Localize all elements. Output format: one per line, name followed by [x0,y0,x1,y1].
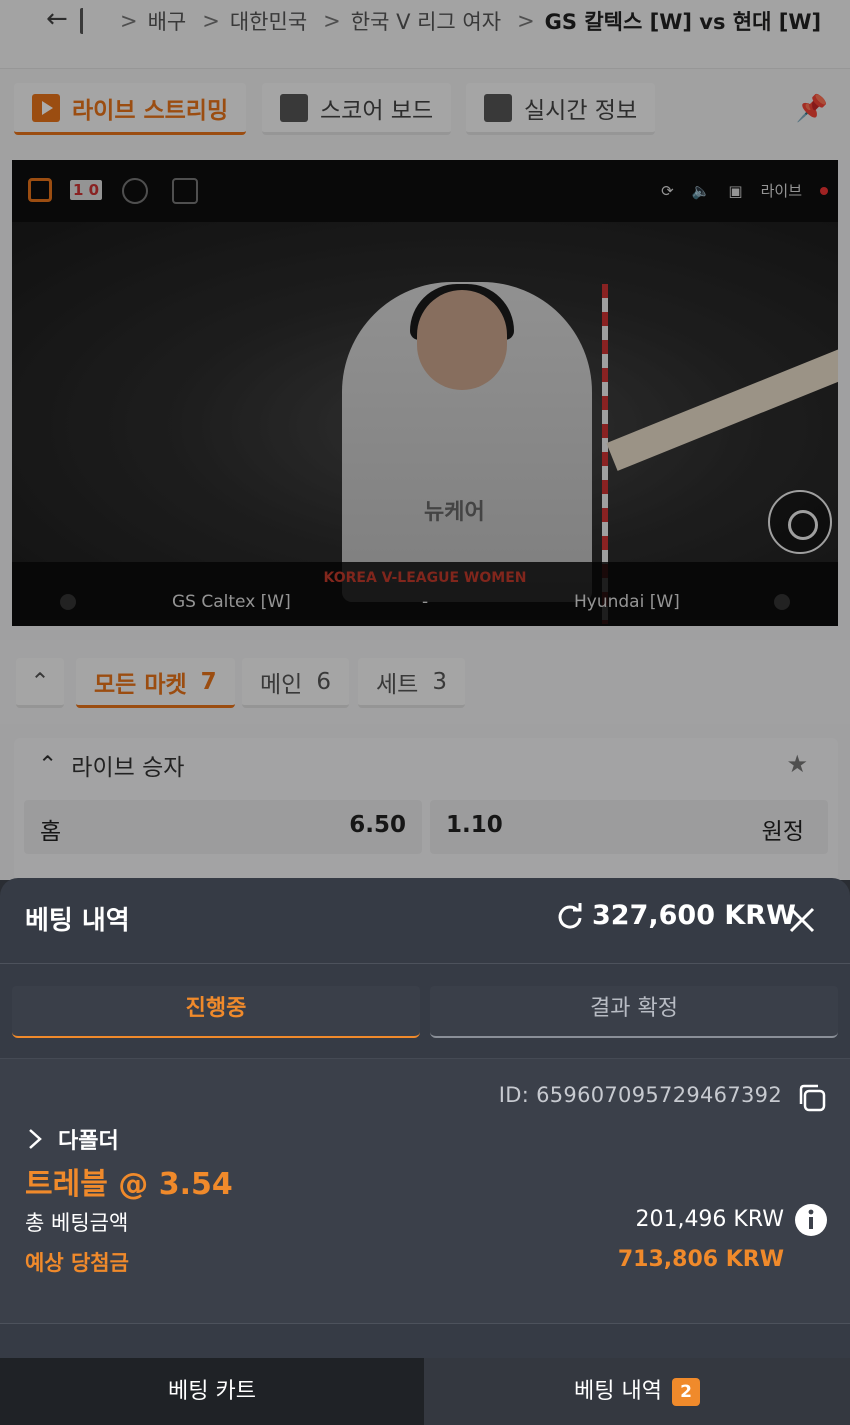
bet-odds: 트레블 @ 3.54 [25,1167,233,1202]
chevron-right-icon [29,1129,42,1149]
balance-value: 327,600 KRW [592,900,796,931]
tab-in-progress[interactable]: 진행중 [12,986,420,1038]
sheet-header: 베팅 내역 327,600 KRW [0,878,850,964]
bottom-bar: 베팅 카트 베팅 내역 2 [0,1358,850,1425]
count-badge: 2 [671,1377,700,1406]
bet-history-sheet: 베팅 내역 327,600 KRW 진행중 결과 확정 ID: 65960709… [0,878,850,1425]
close-icon[interactable] [786,904,818,936]
sheet-title: 베팅 내역 [25,906,130,936]
refresh-icon[interactable] [556,902,584,930]
payout-value: 713,806 KRW [617,1247,784,1272]
sheet-tabs: 진행중 결과 확정 [0,964,850,1058]
stake-label: 총 베팅금액 [25,1211,129,1235]
bet-cart-button[interactable]: 베팅 카트 [0,1358,424,1425]
payout-label: 예상 당첨금 [25,1251,129,1275]
copy-icon[interactable] [797,1083,827,1113]
bet-history-label: 베팅 내역 [574,1379,662,1404]
bet-history-button[interactable]: 베팅 내역 2 [424,1358,850,1425]
modal-overlay[interactable] [0,0,850,880]
balance-display: 327,600 KRW [556,900,796,931]
tab-settled[interactable]: 결과 확정 [430,986,838,1038]
bet-id: ID: 659607095729467392 [498,1083,782,1107]
bet-type-toggle[interactable]: 다폴더 [28,1123,119,1155]
background-page: ← > 배구 > 대한민국 > 한국 V 리그 여자 > GS 칼텍스 [W] … [0,0,850,880]
info-icon[interactable] [794,1203,828,1237]
stake-value: 201,496 KRW [635,1207,784,1232]
bet-card: ID: 659607095729467392 다폴더 트레블 @ 3.54 총 … [0,1058,850,1324]
bet-type-label: 다폴더 [58,1129,119,1154]
